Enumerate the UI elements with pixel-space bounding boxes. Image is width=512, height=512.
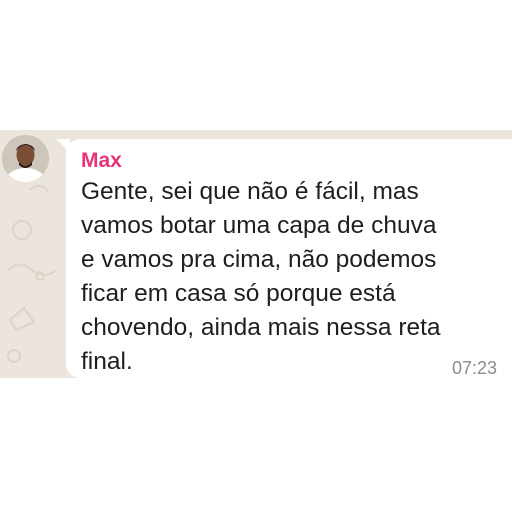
message-line: final. <box>81 348 133 375</box>
sender-name[interactable]: Max <box>81 147 122 175</box>
message-text: Gente, sei que não é fácil, mas vamos bo… <box>81 175 501 379</box>
chat-screen: Max Gente, sei que não é fácil, mas vamo… <box>0 0 512 512</box>
user-avatar-icon <box>2 135 49 182</box>
message-line: chovendo, ainda mais nessa reta <box>81 314 441 341</box>
message-line: Gente, sei que não é fácil, mas <box>81 178 419 205</box>
message-line: ficar em casa só porque está <box>81 280 396 307</box>
avatar[interactable] <box>2 135 49 182</box>
message-line: vamos botar uma capa de chuva <box>81 212 437 239</box>
message-timestamp: 07:23 <box>451 358 497 378</box>
message-line: e vamos pra cima, não podemos <box>81 246 437 273</box>
